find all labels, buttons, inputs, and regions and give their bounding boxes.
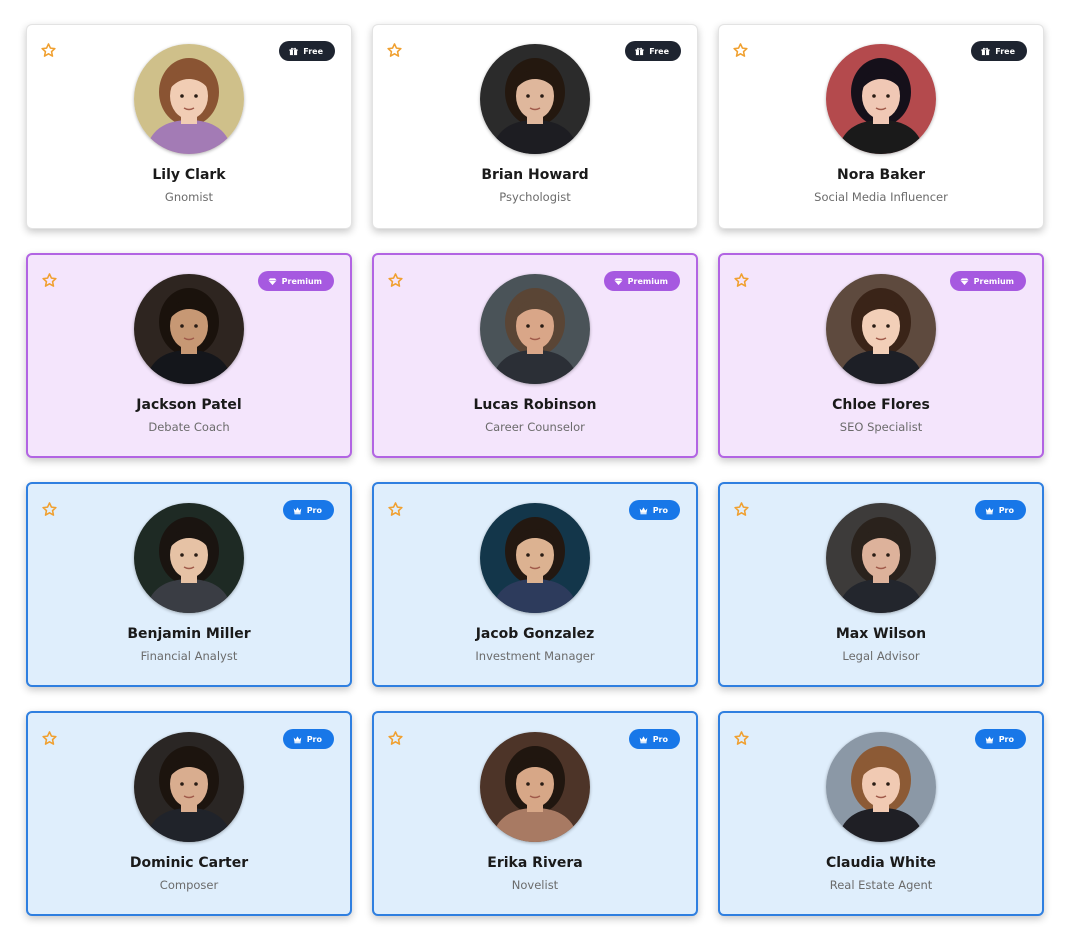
- avatar: [480, 274, 590, 384]
- crown-icon: [985, 735, 994, 744]
- character-role: Financial Analyst: [140, 649, 238, 663]
- character-name: Brian Howard: [481, 167, 589, 183]
- crown-icon: [639, 735, 648, 744]
- character-name: Dominic Carter: [129, 855, 249, 871]
- character-card[interactable]: Pro Dominic Carter Composer: [26, 711, 352, 916]
- character-name: Lucas Robinson: [473, 397, 597, 413]
- character-card-grid: Free Lily Clark Gnomist Free Brian Howard Psy…: [26, 24, 1044, 916]
- character-role: Social Media Influencer: [814, 190, 948, 204]
- crown-icon: [293, 506, 302, 515]
- gift-icon: [289, 47, 298, 56]
- character-name: Lily Clark: [152, 167, 226, 183]
- character-role: Debate Coach: [148, 420, 230, 434]
- character-role: SEO Specialist: [839, 420, 923, 434]
- character-name: Max Wilson: [835, 626, 927, 642]
- favorite-star-icon[interactable]: [387, 730, 404, 747]
- favorite-star-icon[interactable]: [387, 501, 404, 518]
- pro-badge: Pro: [974, 729, 1026, 749]
- diamond-icon: [960, 277, 969, 286]
- character-card[interactable]: Premium Lucas Robinson Career Counselor: [372, 253, 698, 458]
- badge-label: Pro: [652, 734, 668, 744]
- crown-icon: [985, 506, 994, 515]
- character-card[interactable]: Premium Chloe Flores SEO Specialist: [718, 253, 1044, 458]
- character-card[interactable]: Pro Erika Rivera Novelist: [372, 711, 698, 916]
- badge-label: Pro: [998, 505, 1014, 515]
- favorite-star-icon[interactable]: [387, 272, 404, 289]
- badge-label: Premium: [281, 276, 322, 286]
- character-role: Psychologist: [499, 190, 571, 204]
- diamond-icon: [614, 277, 623, 286]
- character-card[interactable]: Pro Benjamin Miller Financial Analyst: [26, 482, 352, 687]
- avatar: [480, 44, 590, 154]
- free-badge: Free: [971, 41, 1027, 61]
- free-badge: Free: [625, 41, 681, 61]
- character-name: Jackson Patel: [136, 397, 242, 413]
- character-card[interactable]: Free Nora Baker Social Media Influencer: [718, 24, 1044, 229]
- badge-label: Pro: [306, 505, 322, 515]
- avatar: [134, 503, 244, 613]
- favorite-star-icon[interactable]: [732, 42, 749, 59]
- avatar: [480, 732, 590, 842]
- diamond-icon: [268, 277, 277, 286]
- character-role: Novelist: [511, 878, 559, 892]
- pro-badge: Pro: [628, 500, 680, 520]
- badge-label: Free: [995, 46, 1015, 56]
- crown-icon: [293, 735, 302, 744]
- pro-badge: Pro: [628, 729, 680, 749]
- avatar: [826, 732, 936, 842]
- character-card[interactable]: Premium Jackson Patel Debate Coach: [26, 253, 352, 458]
- character-role: Composer: [159, 878, 219, 892]
- favorite-star-icon[interactable]: [41, 730, 58, 747]
- badge-label: Free: [649, 46, 669, 56]
- premium-badge: Premium: [603, 271, 680, 291]
- gift-icon: [635, 47, 644, 56]
- avatar: [134, 44, 244, 154]
- avatar: [826, 44, 936, 154]
- avatar: [480, 503, 590, 613]
- character-name: Nora Baker: [836, 167, 925, 183]
- favorite-star-icon[interactable]: [733, 272, 750, 289]
- favorite-star-icon[interactable]: [40, 42, 57, 59]
- character-name: Claudia White: [825, 855, 937, 871]
- badge-label: Premium: [627, 276, 668, 286]
- free-badge: Free: [279, 41, 335, 61]
- avatar: [134, 274, 244, 384]
- pro-badge: Pro: [282, 729, 334, 749]
- badge-label: Premium: [973, 276, 1014, 286]
- character-role: Career Counselor: [485, 420, 585, 434]
- character-card[interactable]: Free Brian Howard Psychologist: [372, 24, 698, 229]
- character-card[interactable]: Pro Max Wilson Legal Advisor: [718, 482, 1044, 687]
- badge-label: Free: [303, 46, 323, 56]
- favorite-star-icon[interactable]: [733, 501, 750, 518]
- badge-label: Pro: [998, 734, 1014, 744]
- favorite-star-icon[interactable]: [386, 42, 403, 59]
- character-card[interactable]: Pro Jacob Gonzalez Investment Manager: [372, 482, 698, 687]
- gift-icon: [981, 47, 990, 56]
- badge-label: Pro: [652, 505, 668, 515]
- favorite-star-icon[interactable]: [733, 730, 750, 747]
- character-role: Legal Advisor: [842, 649, 920, 663]
- character-role: Investment Manager: [475, 649, 595, 663]
- character-role: Real Estate Agent: [829, 878, 933, 892]
- crown-icon: [639, 506, 648, 515]
- avatar: [826, 274, 936, 384]
- favorite-star-icon[interactable]: [41, 501, 58, 518]
- pro-badge: Pro: [974, 500, 1026, 520]
- premium-badge: Premium: [257, 271, 334, 291]
- character-name: Jacob Gonzalez: [475, 626, 595, 642]
- favorite-star-icon[interactable]: [41, 272, 58, 289]
- character-card[interactable]: Free Lily Clark Gnomist: [26, 24, 352, 229]
- character-role: Gnomist: [164, 190, 214, 204]
- character-name: Benjamin Miller: [127, 626, 251, 642]
- avatar: [134, 732, 244, 842]
- premium-badge: Premium: [949, 271, 1026, 291]
- pro-badge: Pro: [282, 500, 334, 520]
- badge-label: Pro: [306, 734, 322, 744]
- avatar: [826, 503, 936, 613]
- character-name: Chloe Flores: [832, 397, 930, 413]
- character-card[interactable]: Pro Claudia White Real Estate Agent: [718, 711, 1044, 916]
- character-name: Erika Rivera: [487, 855, 583, 871]
